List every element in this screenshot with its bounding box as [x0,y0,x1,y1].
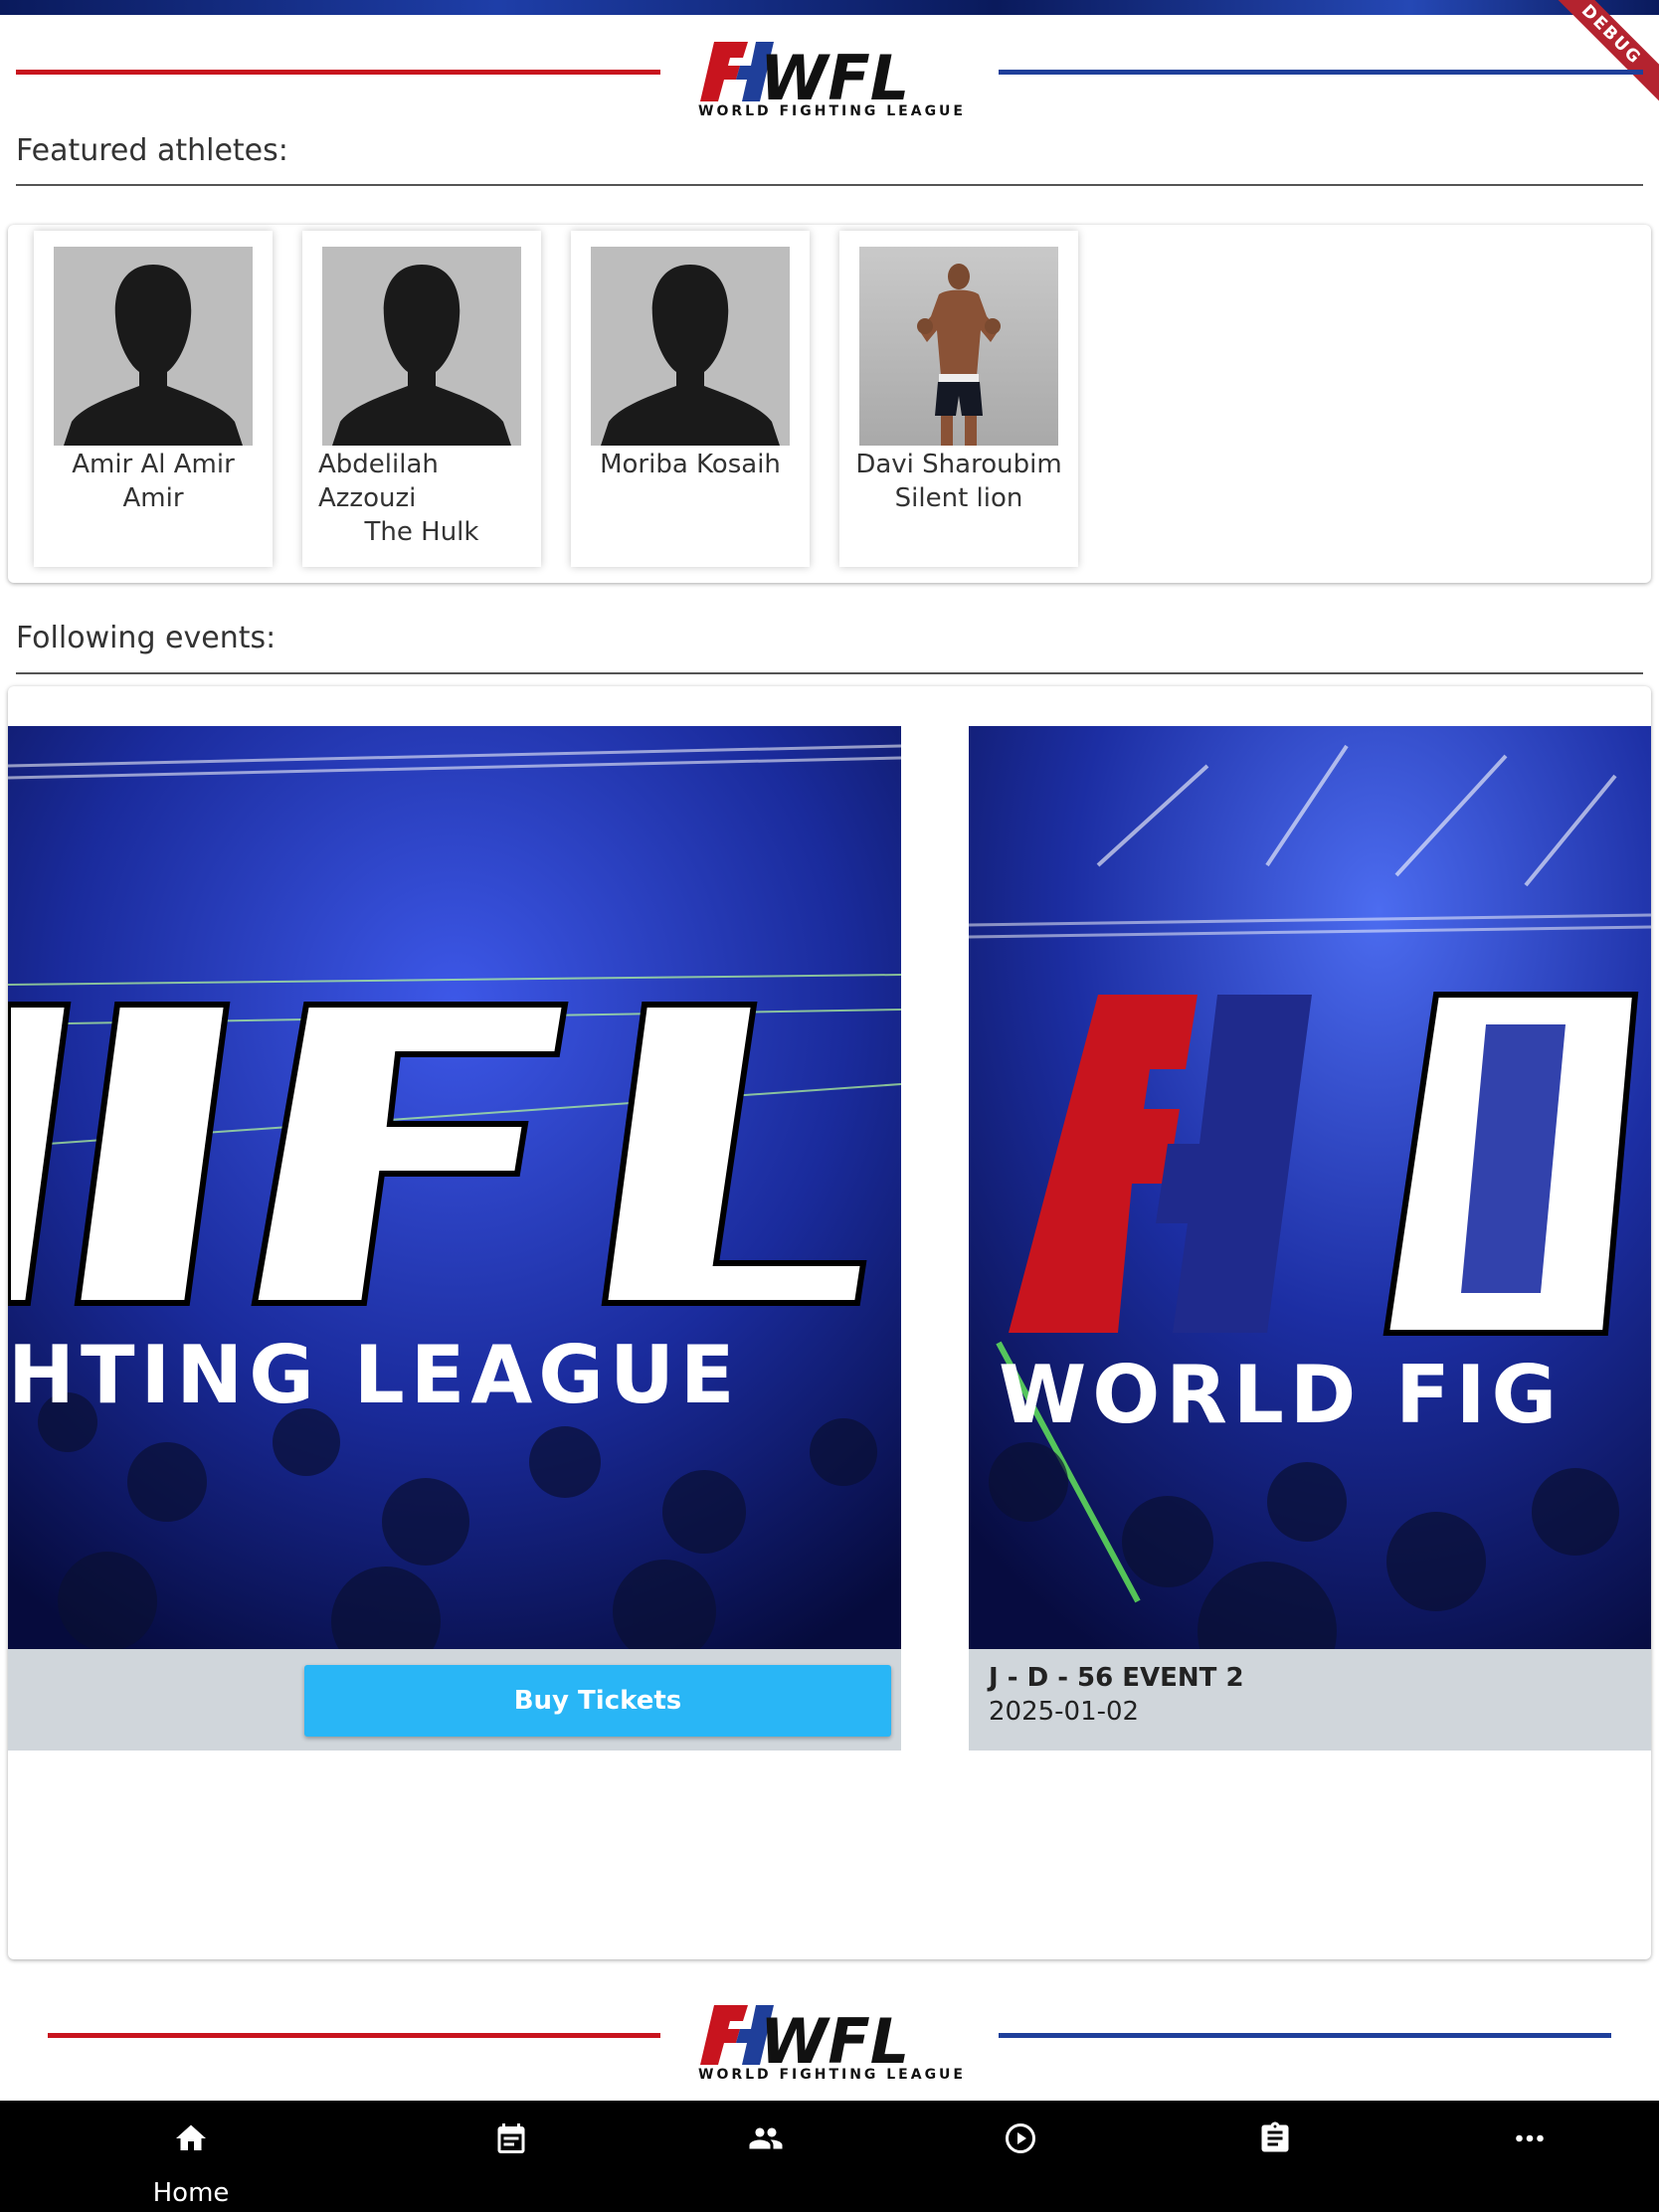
status-bar [0,0,1659,15]
nav-home[interactable]: Home [92,2101,290,2212]
bottom-navigation: Home [0,2101,1659,2212]
event-footer: J - D - 56 EVENT 2 2025-01-02 [969,1649,1651,1751]
nav-results[interactable] [1176,2101,1375,2212]
footer-red-line [48,2033,660,2038]
event-banner-image: HTING LEAGUE [8,726,901,1649]
clipboard-icon [1261,2121,1289,2152]
calendar-icon [497,2123,525,2153]
footer-logo-row: WFL WORLD FIGHTING LEAGUE [0,1995,1659,2085]
athlete-photo [859,247,1058,446]
events-divider [16,672,1643,674]
following-events-title: Following events: [16,621,276,655]
event-banner-image: WORLD FIG [969,726,1651,1649]
athlete-placeholder-photo [54,247,253,446]
athlete-placeholder-photo [322,247,521,446]
athlete-card[interactable]: Davi Sharoubim Silent lion [839,231,1078,567]
athlete-name: Abdelilah Azzouzi The Hulk [318,450,479,547]
event-footer: Buy Tickets [8,1649,901,1751]
featured-divider [16,184,1643,186]
event-banner-graphic: HTING LEAGUE [8,726,901,1649]
athlete-card[interactable]: Abdelilah Azzouzi The Hulk [302,231,541,567]
header-blue-line [999,70,1643,75]
event-banner-text: WORLD FIG [999,1349,1563,1441]
events-card: HTING LEAGUE Buy Tickets WORLD FIG J - D… [8,686,1651,1959]
wfl-logo: WFL WORLD FIGHTING LEAGUE [698,2005,963,2083]
more-icon [1516,2134,1544,2142]
people-icon [749,2127,783,2149]
nav-more[interactable] [1430,2101,1629,2212]
athlete-name: Moriba Kosaih [600,450,781,479]
athlete-placeholder-photo [591,247,790,446]
event-card[interactable]: HTING LEAGUE Buy Tickets [8,726,901,1751]
play-circle-icon [1006,2123,1035,2153]
footer-blue-line [999,2033,1611,2038]
event-banner-text: HTING LEAGUE [8,1329,741,1421]
person-silhouette-icon [591,247,790,446]
event-date: 2025-01-02 [989,1697,1140,1727]
header-logo-row: WFL WORLD FIGHTING LEAGUE [0,32,1659,121]
person-silhouette-icon [54,247,253,446]
wfl-logo: WFL WORLD FIGHTING LEAGUE [698,42,963,119]
athlete-name: Davi Sharoubim Silent lion [855,450,1062,513]
logo-tagline: WORLD FIGHTING LEAGUE [698,103,963,119]
nav-athletes[interactable] [666,2101,865,2212]
athlete-card[interactable]: Amir Al Amir Amir [34,231,273,567]
buy-tickets-button[interactable]: Buy Tickets [304,1665,891,1737]
nav-videos[interactable] [921,2101,1120,2212]
featured-athletes-title: Featured athletes: [16,133,288,168]
person-silhouette-icon [322,247,521,446]
logo-tagline: WORLD FIGHTING LEAGUE [698,2067,963,2083]
nav-events[interactable] [412,2101,611,2212]
fighter-photo [859,247,1058,446]
event-title: J - D - 56 EVENT 2 [989,1663,1244,1693]
athlete-card[interactable]: Moriba Kosaih [571,231,810,567]
event-banner-graphic: WORLD FIG [969,726,1651,1649]
home-icon [176,2124,206,2150]
nav-home-label: Home [152,2178,230,2208]
athlete-name: Amir Al Amir Amir [72,450,235,513]
event-card[interactable]: WORLD FIG J - D - 56 EVENT 2 2025-01-02 [969,726,1651,1751]
header-red-line [16,70,660,75]
